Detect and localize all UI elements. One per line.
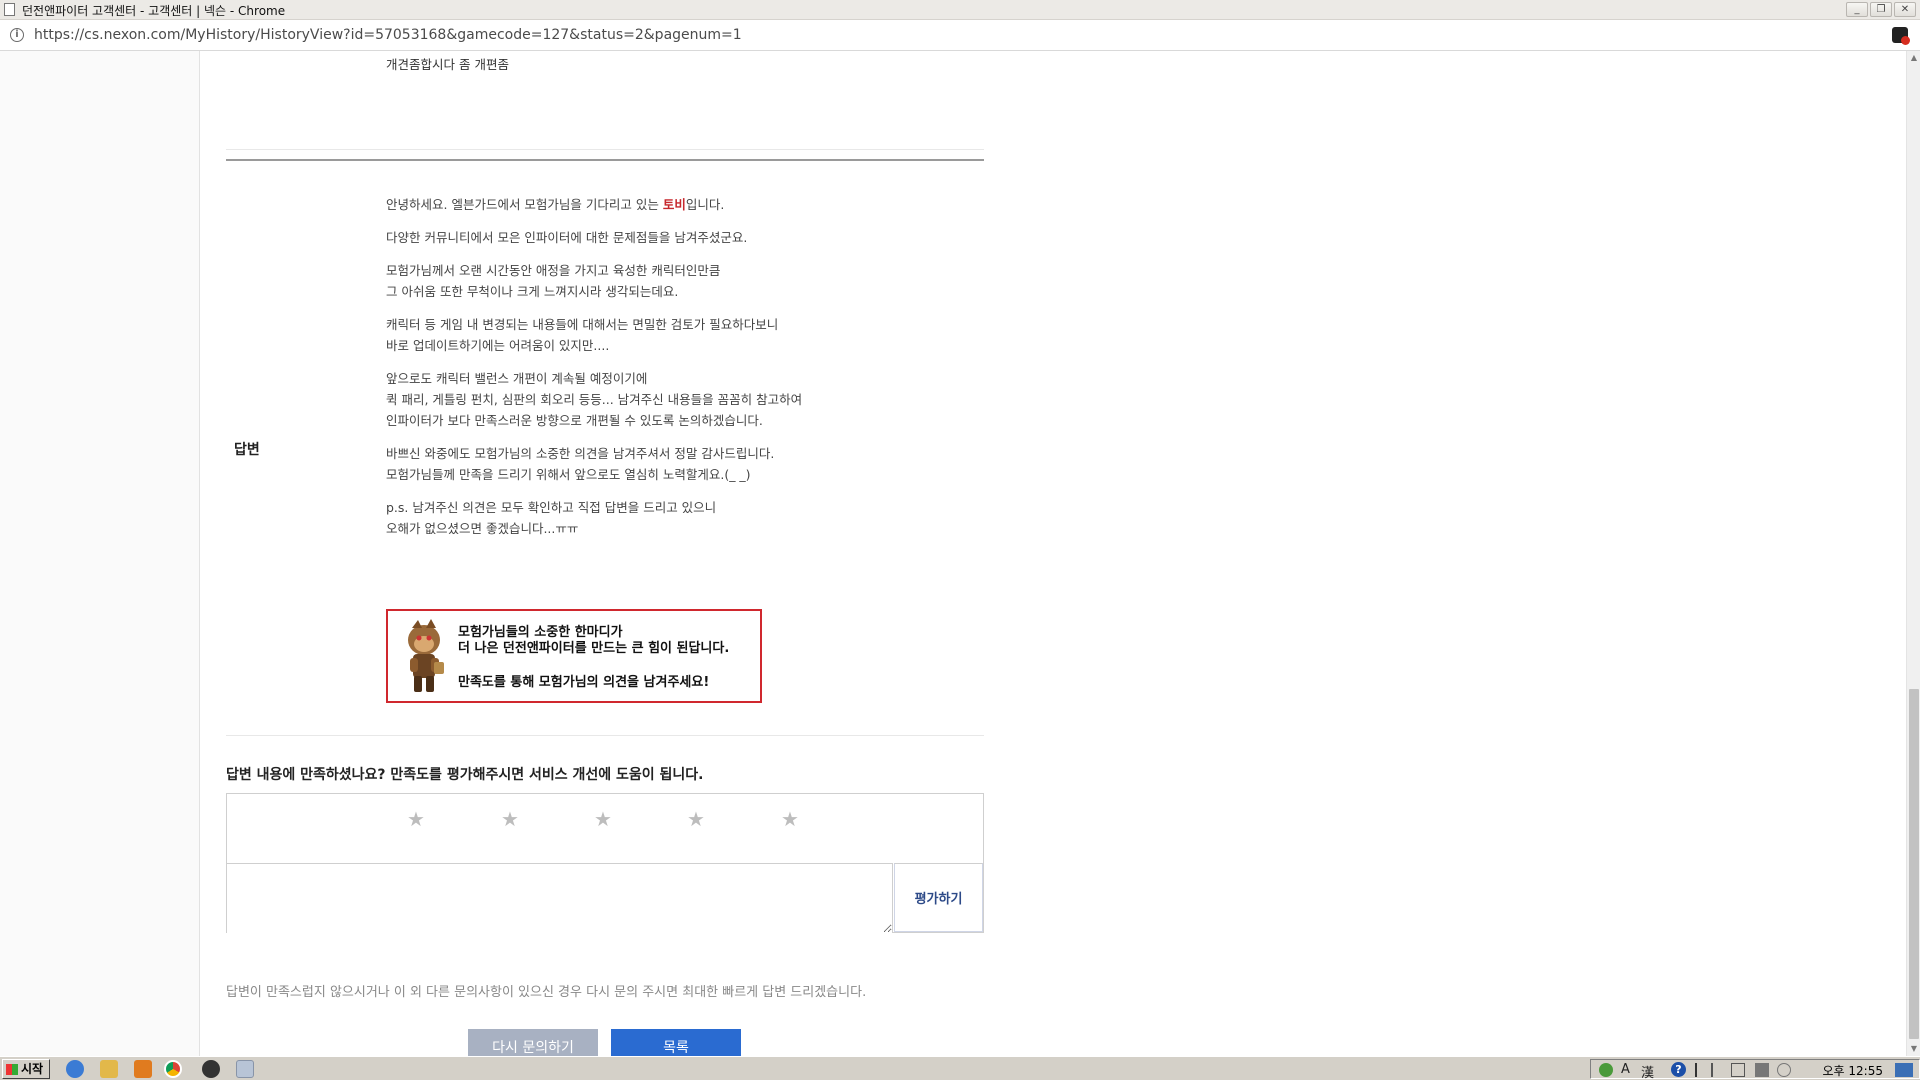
- show-desktop-icon[interactable]: [1895, 1063, 1913, 1077]
- rating-star-5[interactable]: ★: [781, 807, 799, 831]
- power-icon[interactable]: [1777, 1063, 1791, 1077]
- app-icon[interactable]: [236, 1060, 254, 1078]
- answer-line: 바로 업데이트하기에는 어려움이 있지만....: [386, 338, 610, 353]
- window-title: 던전앤파이터 고객센터 - 고객센터 | 넥슨 - Chrome: [22, 4, 286, 18]
- rating-star-4[interactable]: ★: [687, 807, 705, 831]
- rating-box: ★ ★ ★ ★ ★ 평가하기: [226, 793, 984, 933]
- answer-line: 오해가 없으셨으면 좋겠습니다...ㅠㅠ: [386, 521, 579, 536]
- close-button[interactable]: ✕: [1894, 2, 1916, 17]
- scroll-up-icon[interactable]: ▲: [1907, 51, 1920, 65]
- system-tray: A 漢 ? 오후 12:55: [1590, 1059, 1920, 1081]
- answer-paragraph: p.s. 남겨주신 의견은 모두 확인하고 직접 답변을 드리고 있으니오해가 …: [386, 497, 986, 539]
- vertical-scrollbar[interactable]: ▲ ▼: [1906, 51, 1920, 1056]
- page-icon: [4, 3, 15, 16]
- taskbar: 시작 A 漢 ? 오후 12:55: [0, 1056, 1920, 1081]
- answer-paragraph: 캐릭터 등 게임 내 변경되는 내용들에 대해서는 면밀한 검토가 필요하다보니…: [386, 314, 986, 356]
- monitor-icon[interactable]: [1755, 1063, 1769, 1077]
- flag-icon[interactable]: [1731, 1063, 1745, 1077]
- reask-button[interactable]: 다시 문의하기: [468, 1029, 598, 1056]
- game-icon[interactable]: [202, 1060, 220, 1078]
- answer-line: 캐릭터 등 게임 내 변경되는 내용들에 대해서는 면밀한 검토가 필요하다보니: [386, 317, 779, 332]
- answer-line: 바쁘신 와중에도 모험가님의 소중한 의견을 남겨주셔서 정말 감사드립니다.: [386, 446, 775, 461]
- answer-paragraph: 바쁘신 와중에도 모험가님의 소중한 의견을 남겨주셔서 정말 감사드립니다. 모…: [386, 443, 986, 485]
- minimize-button[interactable]: _: [1846, 2, 1868, 17]
- arrow-up-icon[interactable]: [1711, 1063, 1721, 1077]
- divider: [226, 735, 984, 736]
- clock[interactable]: 오후 12:55: [1823, 1062, 1883, 1079]
- network-icon[interactable]: [1599, 1063, 1613, 1077]
- rating-star-3[interactable]: ★: [594, 807, 612, 831]
- answer-paragraphs: 다양한 커뮤니티에서 모은 인파이터에 대한 문제점들을 남겨주셨군요. 모험가님…: [386, 227, 986, 539]
- rating-question: 답변 내용에 만족하셨나요? 만족도를 평가해주시면 서비스 개선에 도움이 됩…: [226, 767, 704, 783]
- footer-note: 답변이 만족스럽지 않으시거나 이 외 다른 문의사항이 있으신 경우 다시 문…: [226, 985, 867, 1000]
- volume-icon[interactable]: [1695, 1063, 1703, 1077]
- answer-line: 모험가님들께 만족을 드리기 위해서 앞으로도 열심히 노력할게요.(_ _): [386, 467, 751, 482]
- agent-name: 토비: [662, 197, 686, 212]
- scroll-down-icon[interactable]: ▼: [1907, 1042, 1920, 1056]
- scroll-thumb[interactable]: [1909, 689, 1919, 1039]
- address-bar: i https://cs.nexon.com/MyHistory/History…: [0, 20, 1920, 51]
- survey-banner[interactable]: 모험가님들의 소중한 한마디가 더 나은 던전앤파이터를 만드는 큰 힘이 된답…: [386, 609, 762, 703]
- answer-line: 다양한 커뮤니티에서 모은 인파이터에 대한 문제점들을 남겨주셨군요.: [386, 230, 748, 245]
- start-label: 시작: [21, 1062, 44, 1076]
- window-title-bar: 던전앤파이터 고객센터 - 고객센터 | 넥슨 - Chrome _ ❐ ✕: [0, 0, 1920, 20]
- extension-icon[interactable]: [1892, 27, 1910, 45]
- ie-icon[interactable]: [66, 1060, 84, 1078]
- answer-line: 그 아쉬움 또한 무척이나 크게 느껴지시라 생각되는데요.: [386, 284, 679, 299]
- answer-line: 모험가님께서 오랜 시간동안 애정을 가지고 육성한 캐릭터인만큼: [386, 263, 721, 278]
- chrome-icon[interactable]: [164, 1060, 182, 1078]
- answer-paragraph: 모험가님께서 오랜 시간동안 애정을 가지고 육성한 캐릭터인만큼그 아쉬움 또…: [386, 260, 986, 302]
- divider: [226, 149, 984, 150]
- help-icon[interactable]: ?: [1671, 1062, 1686, 1077]
- windows-flag-icon: [6, 1064, 18, 1075]
- info-icon[interactable]: i: [10, 28, 24, 42]
- rating-star-1[interactable]: ★: [407, 807, 425, 831]
- hanja-icon[interactable]: 漢: [1641, 1062, 1654, 1081]
- list-button[interactable]: 목록: [611, 1029, 741, 1056]
- rating-comment-input[interactable]: [227, 863, 893, 933]
- banner-line: 만족도를 통해 모험가님의 의견을 남겨주세요!: [458, 675, 710, 690]
- answer-line: p.s. 남겨주신 의견은 모두 확인하고 직접 답변을 드리고 있으니: [386, 500, 717, 515]
- answer-paragraph: 앞으로도 캐릭터 밸런스 개편이 계속될 예정이기에퀵 패리, 게틀링 펀치, …: [386, 368, 986, 431]
- start-button[interactable]: 시작: [2, 1059, 50, 1079]
- restore-button[interactable]: ❐: [1870, 2, 1892, 17]
- ime-language-icon[interactable]: A: [1621, 1062, 1630, 1077]
- divider: [226, 159, 984, 161]
- question-text: 개견좀합시다 좀 개편좀: [386, 57, 509, 72]
- mascot-icon: [408, 619, 444, 692]
- answer-intro: 안녕하세요. 엘븐가드에서 모험가님을 기다리고 있는 토비입니다.: [386, 194, 986, 215]
- answer-paragraph: 다양한 커뮤니티에서 모은 인파이터에 대한 문제점들을 남겨주셨군요.: [386, 227, 986, 248]
- answer-intro-text: 안녕하세요. 엘븐가드에서 모험가님을 기다리고 있는: [386, 197, 663, 212]
- submit-rating-button[interactable]: 평가하기: [894, 863, 983, 932]
- answer-line: 인파이터가 보다 만족스러운 방향으로 개편될 수 있도록 논의하겠습니다.: [386, 413, 763, 428]
- page-content: 개견좀합시다 좀 개편좀 답변 안녕하세요. 엘븐가드에서 모험가님을 기다리고…: [0, 51, 1906, 1056]
- answer-label: 답변: [234, 442, 260, 458]
- url-text[interactable]: https://cs.nexon.com/MyHistory/HistoryVi…: [34, 27, 742, 43]
- banner-line: 더 나은 던전앤파이터를 만드는 큰 힘이 된답니다.: [458, 641, 730, 656]
- answer-line: 앞으로도 캐릭터 밸런스 개편이 계속될 예정이기에: [386, 371, 648, 386]
- left-sidebar: [0, 51, 200, 1056]
- answer-line: 퀵 패리, 게틀링 펀치, 심판의 회오리 등등... 남겨주신 내용들을 꼼꼼…: [386, 392, 803, 407]
- media-player-icon[interactable]: [134, 1060, 152, 1078]
- folder-icon[interactable]: [100, 1060, 118, 1078]
- answer-intro-text: 입니다.: [685, 197, 725, 212]
- answer-body: 안녕하세요. 엘븐가드에서 모험가님을 기다리고 있는 토비입니다. 다양한 커…: [386, 194, 986, 551]
- rating-star-2[interactable]: ★: [501, 807, 519, 831]
